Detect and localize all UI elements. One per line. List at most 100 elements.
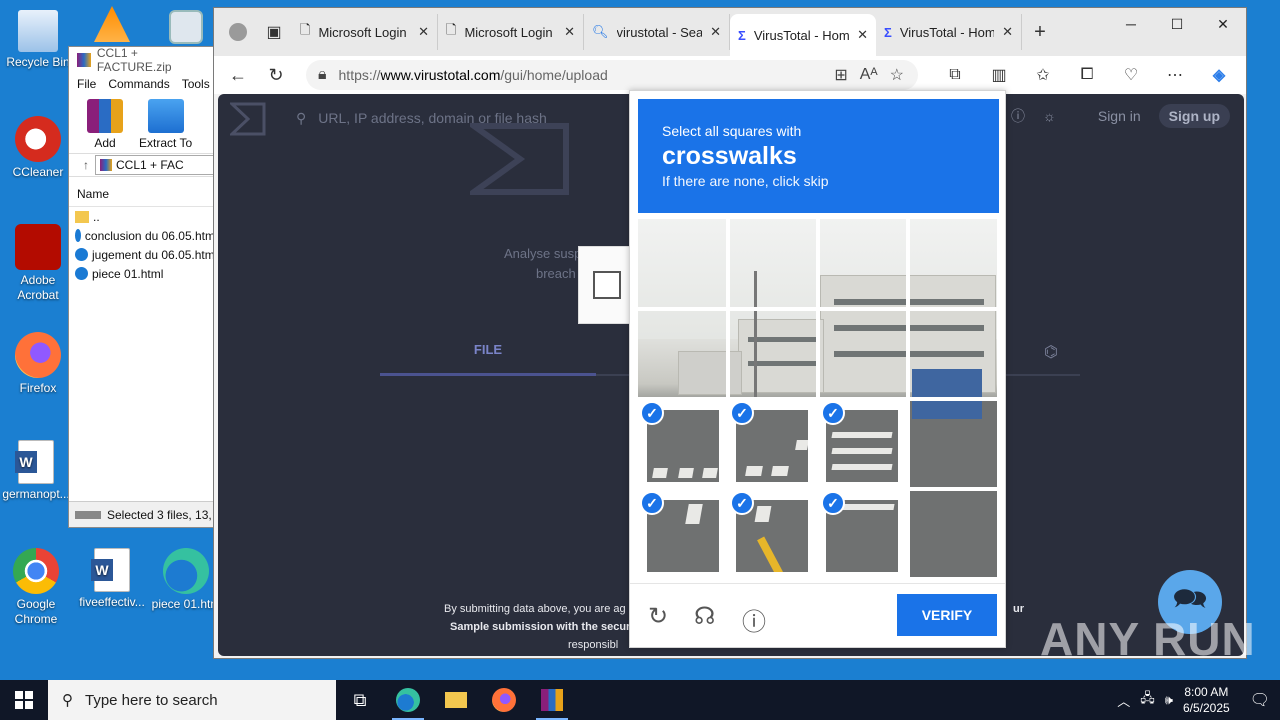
verify-button[interactable]: VERIFY [897,594,997,636]
close-tab-icon[interactable]: ✕ [1002,24,1013,40]
winrar-titlebar[interactable]: CCL1 + FACTURE.zip [69,47,215,74]
virustotal-logo-icon[interactable] [230,102,266,136]
desktop-icon-word-doc-2[interactable]: W fiveeffectiv... [76,548,148,610]
desktop-icon-image[interactable] [150,10,222,47]
start-button[interactable] [0,680,48,720]
taskbar-search-placeholder: Type here to search [85,691,218,709]
more-menu-icon[interactable]: ⋯ [1158,59,1192,91]
info-icon[interactable]: ⓘ [742,602,766,637]
captcha-target-word: crosswalks [662,142,797,170]
column-header-name[interactable]: Name [69,181,215,207]
yellow-line-image [757,536,783,572]
menu-commands[interactable]: Commands [108,77,169,91]
vt-search-bar[interactable]: ⚲ URL, IP address, domain or file hash [280,102,640,134]
address-bar[interactable]: 🔒︎ https://www.virustotal.com/gui/home/u… [306,60,918,90]
list-item[interactable]: piece 01.html [69,264,215,283]
desktop-icon-google-chrome[interactable]: Google Chrome [0,548,72,627]
volume-icon[interactable]: 🕪 [1165,692,1173,708]
new-tab-button[interactable]: + [1022,14,1058,50]
tab-actions-icon[interactable]: ▣ [256,14,292,50]
terms-line3: responsibl [568,639,619,651]
list-item[interactable]: jugement du 06.05.htm [69,245,215,264]
taskbar-file-explorer-icon[interactable] [432,680,480,720]
tab-microsoft-login-2[interactable]: 🗋 Microsoft Login ✕ [438,14,584,50]
captcha-footer: ↻ ☊ ⓘ VERIFY [630,583,1005,647]
tab-microsoft-login-1[interactable]: 🗋 Microsoft Login ✕ [292,14,438,50]
up-arrow-icon[interactable]: ↑ [83,158,89,172]
task-view-icon[interactable]: ⧉ [336,680,384,720]
browser-essentials-icon[interactable]: ♡ [1114,59,1148,91]
tab-virustotal-home[interactable]: Σ VirusTotal - Home ✕ [876,14,1022,50]
add-button[interactable]: Add [87,99,123,153]
word-doc-icon: W [91,548,130,592]
desktop-icon-edge-html[interactable]: piece 01.htm [150,548,222,612]
path-field[interactable]: CCL1 + FAC [95,155,215,175]
split-screen-icon[interactable]: ▥ [982,59,1016,91]
read-aloud-icon[interactable]: Aᴬ [860,66,878,84]
close-tab-icon[interactable]: ✕ [418,24,429,40]
lock-icon[interactable]: 🔒︎ [318,66,327,84]
clock[interactable]: 8:00 AM 6/5/2025 [1183,684,1230,716]
reload-icon[interactable]: ↻ [648,602,668,631]
taskbar-edge-icon[interactable] [384,680,432,720]
extract-to-button[interactable]: Extract To [139,99,192,153]
tab-virustotal-search[interactable]: 🔍︎ virustotal - Search ✕ [584,14,730,50]
url-domain: www.virustotal.com [380,67,501,83]
desktop-icon-firefox[interactable]: Firefox [2,332,74,396]
captcha-checkbox-frame [578,246,634,324]
captcha-checkbox[interactable] [593,271,621,299]
system-tray: ︿ 🖧 🕪 8:00 AM 6/5/2025 🗨 [1117,680,1280,720]
menu-file[interactable]: File [77,77,96,91]
help-icon[interactable]: ⓘ [1011,106,1025,126]
theme-toggle-icon[interactable]: ☼ [1043,108,1056,124]
clock-time: 8:00 AM [1184,685,1229,699]
desktop-icon-vlc[interactable] [76,6,148,45]
minimize-icon[interactable]: ─ [1108,8,1154,40]
captcha-instructions: Select all squares with crosswalks If th… [638,99,999,213]
desktop-icon-ccleaner[interactable]: CCleaner [2,116,74,180]
copilot-icon[interactable]: ◈ [1202,59,1236,91]
desktop-icon-word-doc[interactable]: W germanopt... [0,440,72,502]
clock-date: 6/5/2025 [1182,701,1230,715]
collections-icon[interactable]: ⧠ [1070,59,1104,91]
close-tab-icon[interactable]: ✕ [857,27,868,43]
tab-label: Microsoft Login [464,24,553,40]
app-available-icon[interactable]: ⊞ [834,65,847,85]
network-icon[interactable]: 🖧 [1140,689,1155,711]
refresh-button[interactable]: ↻ [260,59,292,91]
window-controls: ─ ☐ ✕ [1108,8,1246,40]
menu-tools[interactable]: Tools [182,77,210,91]
extensions-icon[interactable]: ⧉ [938,59,972,91]
tab-label: virustotal - Search [616,24,703,40]
sign-in-link[interactable]: Sign in [1098,108,1141,124]
window-strip [748,361,818,366]
taskbar-firefox-icon[interactable] [480,680,528,720]
favorites-icon[interactable]: ✩ [1026,59,1060,91]
close-tab-icon[interactable]: ✕ [564,24,575,40]
maximize-icon[interactable]: ☐ [1154,8,1200,40]
desktop-icon-adobe-acrobat[interactable]: Adobe Acrobat [2,224,74,303]
search-tab-icon[interactable]: ⌬ [1044,342,1058,362]
terms-line2: Sample submission with the secur [450,621,631,633]
taskbar-search[interactable]: ⚲ Type here to search [48,680,336,720]
winrar-toolbar: Add Extract To [69,95,215,153]
desktop-icon-recycle-bin[interactable]: Recycle Bin [2,10,74,70]
desktop-icon-label: fiveeffectiv... [79,595,145,609]
profile-avatar-icon[interactable] [220,14,256,50]
close-window-icon[interactable]: ✕ [1200,8,1246,40]
page-icon: 🗋 [300,22,311,37]
taskbar-winrar-icon[interactable] [528,680,576,720]
chevron-up-icon[interactable]: ︿ [1117,691,1130,710]
page-icon: 🗋 [446,22,457,37]
tab-file[interactable]: FILE [380,342,596,357]
list-item[interactable]: conclusion du 06.05.htm [69,226,215,245]
list-item[interactable]: .. [69,207,215,226]
notifications-icon[interactable]: 🗨 [1250,690,1270,710]
sign-up-button[interactable]: Sign up [1158,104,1230,128]
back-button[interactable]: ← [222,59,254,91]
favorite-star-icon[interactable]: ☆ [890,65,904,85]
audio-headphones-icon[interactable]: ☊ [694,602,715,631]
tab-virustotal-home-active[interactable]: Σ VirusTotal - Home ✕ [730,14,876,56]
close-tab-icon[interactable]: ✕ [710,24,721,40]
terms-line1-end: ur [1013,603,1024,615]
